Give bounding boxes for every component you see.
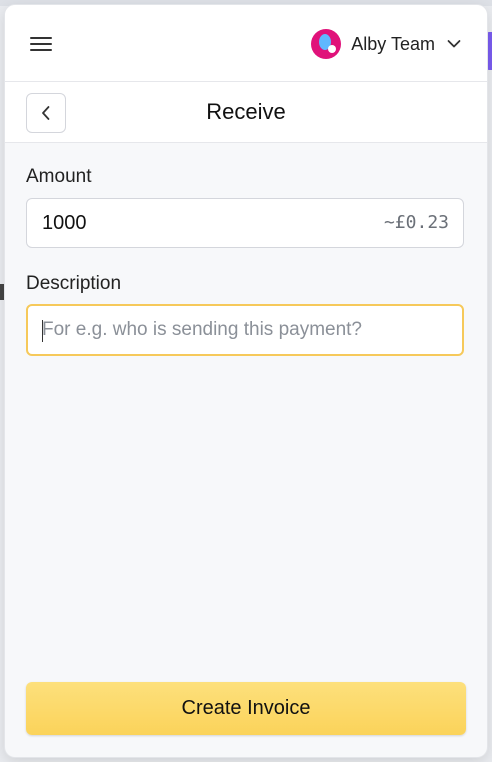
chevron-down-icon bbox=[447, 40, 461, 48]
account-name: Alby Team bbox=[351, 33, 435, 54]
amount-value[interactable]: 1000 bbox=[42, 199, 87, 247]
chevron-left-icon bbox=[42, 106, 50, 120]
create-invoice-button[interactable]: Create Invoice bbox=[26, 682, 466, 735]
description-field[interactable] bbox=[26, 304, 464, 356]
menu-button[interactable] bbox=[23, 27, 59, 61]
text-caret bbox=[42, 320, 43, 342]
account-switcher[interactable]: Alby Team bbox=[311, 27, 461, 61]
page-header: Receive bbox=[5, 82, 487, 143]
description-input[interactable] bbox=[42, 306, 442, 354]
extension-popup: Alby Team Receive Amount 1000 ~£0.23 Des… bbox=[5, 5, 487, 757]
fiat-equivalent: ~£0.23 bbox=[383, 212, 449, 233]
page-title: Receive bbox=[206, 99, 286, 124]
account-avatar bbox=[311, 29, 342, 59]
hamburger-menu-icon bbox=[30, 37, 52, 51]
top-bar: Alby Team bbox=[5, 5, 487, 82]
back-button[interactable] bbox=[26, 93, 66, 133]
description-label: Description bbox=[26, 273, 122, 294]
background-page-fragment bbox=[0, 284, 4, 300]
amount-label: Amount bbox=[26, 166, 92, 187]
amount-field[interactable]: 1000 ~£0.23 bbox=[26, 198, 464, 248]
